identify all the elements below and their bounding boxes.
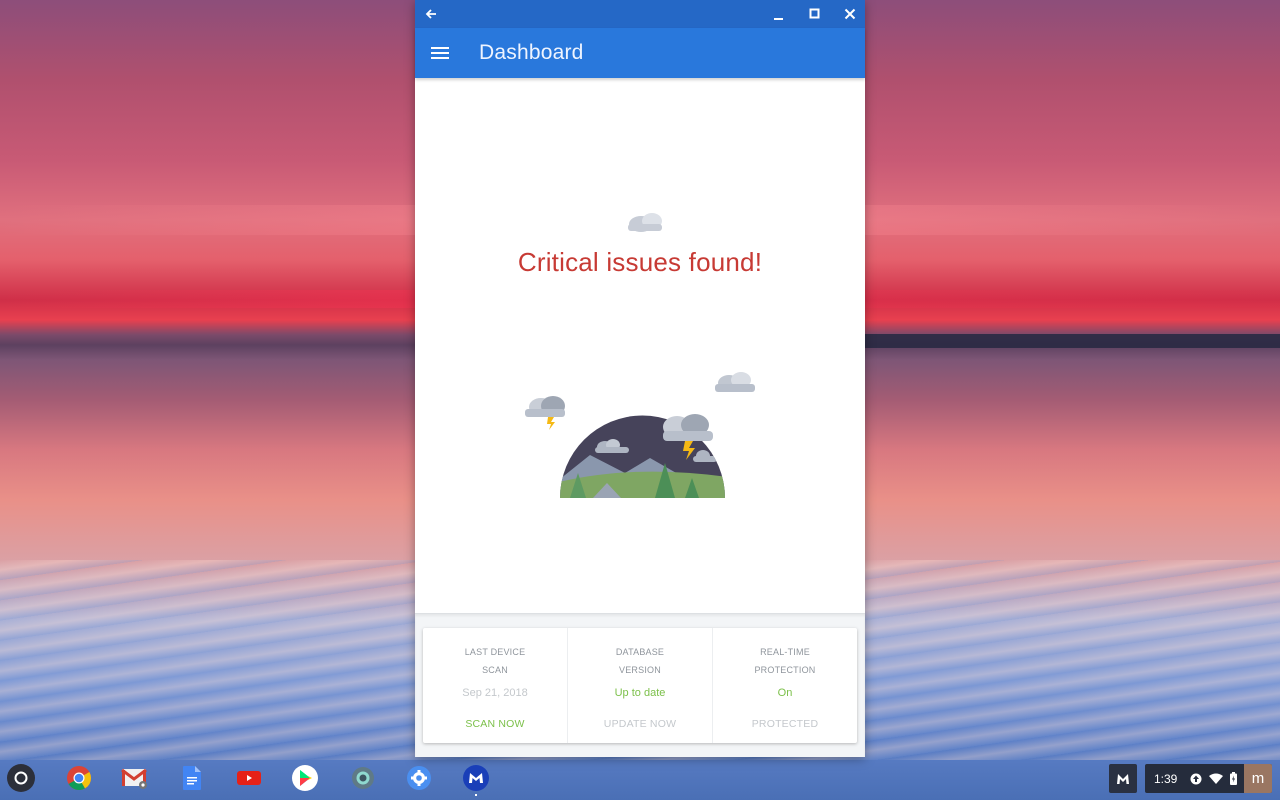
hamburger-menu-icon [431, 47, 449, 59]
chrome-icon [67, 766, 92, 791]
wallpaper-treeline [865, 334, 1280, 348]
storm-illustration [525, 372, 755, 498]
maximize-icon [809, 8, 820, 19]
dashboard-content: Critical issues found! [415, 78, 865, 667]
minimize-button[interactable] [765, 0, 793, 28]
back-arrow-icon [425, 9, 436, 19]
shelf-app-play-store[interactable] [291, 764, 319, 792]
close-icon [844, 8, 856, 20]
shelf-app-docs[interactable] [178, 764, 206, 792]
tray-malwarebytes-button[interactable] [1109, 764, 1137, 793]
app-bar: Dashboard [415, 28, 865, 78]
wifi-icon [1209, 773, 1223, 784]
youtube-icon [237, 771, 261, 785]
status-headline: Critical issues found! [517, 247, 763, 277]
shelf-app-settings[interactable] [405, 764, 433, 792]
shelf-app-chrome[interactable] [65, 764, 93, 792]
database-status: Up to date [614, 687, 666, 699]
storm-cloud-icon [525, 396, 565, 430]
status-label-line: SCAN [482, 665, 508, 675]
last-scan-date: Sep 21, 2018 [462, 687, 528, 699]
launcher-icon [14, 771, 28, 785]
last-device-scan-column: LAST DEVICE SCAN Sep 21, 2018 SCAN NOW [423, 628, 568, 743]
menu-button[interactable] [415, 28, 465, 78]
launcher-button[interactable] [7, 764, 35, 792]
shelf-app-gmail[interactable] [121, 764, 149, 792]
status-label: LAST DEVICE SCAN [423, 643, 567, 679]
active-app-indicator [475, 794, 477, 796]
upload-status-icon [1190, 773, 1202, 784]
shelf-app-android-settings[interactable] [349, 764, 377, 792]
status-label-line: PROTECTION [754, 665, 816, 675]
update-now-link[interactable]: UPDATE NOW [568, 718, 712, 730]
page-title: Dashboard [479, 41, 584, 64]
protected-label: PROTECTED [751, 718, 819, 730]
clock: 1:39 [1154, 771, 1178, 786]
shelf-app-malwarebytes[interactable] [462, 764, 490, 792]
status-label: DATABASE VERSION [568, 643, 712, 679]
shelf-app-youtube[interactable] [235, 764, 263, 792]
realtime-protection-column: REAL-TIME PROTECTION On PROTECTED [713, 628, 857, 743]
minimize-icon [774, 18, 783, 20]
settings-gear-icon [407, 766, 431, 790]
play-store-icon [292, 765, 318, 791]
close-button[interactable] [836, 0, 864, 28]
protection-status: On [777, 687, 793, 699]
user-avatar[interactable]: m [1244, 764, 1272, 793]
status-label-line: LAST DEVICE [464, 647, 526, 657]
status-label-line: DATABASE [615, 647, 665, 657]
app-window: Dashboard Critical issues found! LAST DE… [415, 0, 865, 757]
cloud-icon [715, 372, 755, 392]
gmail-icon [121, 768, 147, 789]
dome-scene [560, 415, 725, 498]
status-card: LAST DEVICE SCAN Sep 21, 2018 SCAN NOW D… [423, 628, 857, 743]
cloud-icon [628, 213, 662, 232]
window-titlebar[interactable] [415, 0, 865, 28]
back-button[interactable] [417, 0, 445, 28]
system-tray[interactable]: 1:39 m [1145, 764, 1272, 793]
status-label: REAL-TIME PROTECTION [713, 643, 857, 679]
maximize-button[interactable] [801, 0, 829, 28]
status-panel: LAST DEVICE SCAN Sep 21, 2018 SCAN NOW D… [415, 613, 865, 757]
status-label-line: VERSION [619, 665, 661, 675]
malwarebytes-icon [1117, 773, 1129, 784]
database-version-column: DATABASE VERSION Up to date UPDATE NOW [568, 628, 713, 743]
status-label-line: REAL-TIME [760, 647, 810, 657]
scan-now-link[interactable]: SCAN NOW [423, 718, 567, 730]
malwarebytes-icon [463, 765, 489, 791]
android-settings-icon [352, 767, 374, 789]
docs-icon [183, 766, 201, 790]
battery-icon [1230, 772, 1237, 785]
